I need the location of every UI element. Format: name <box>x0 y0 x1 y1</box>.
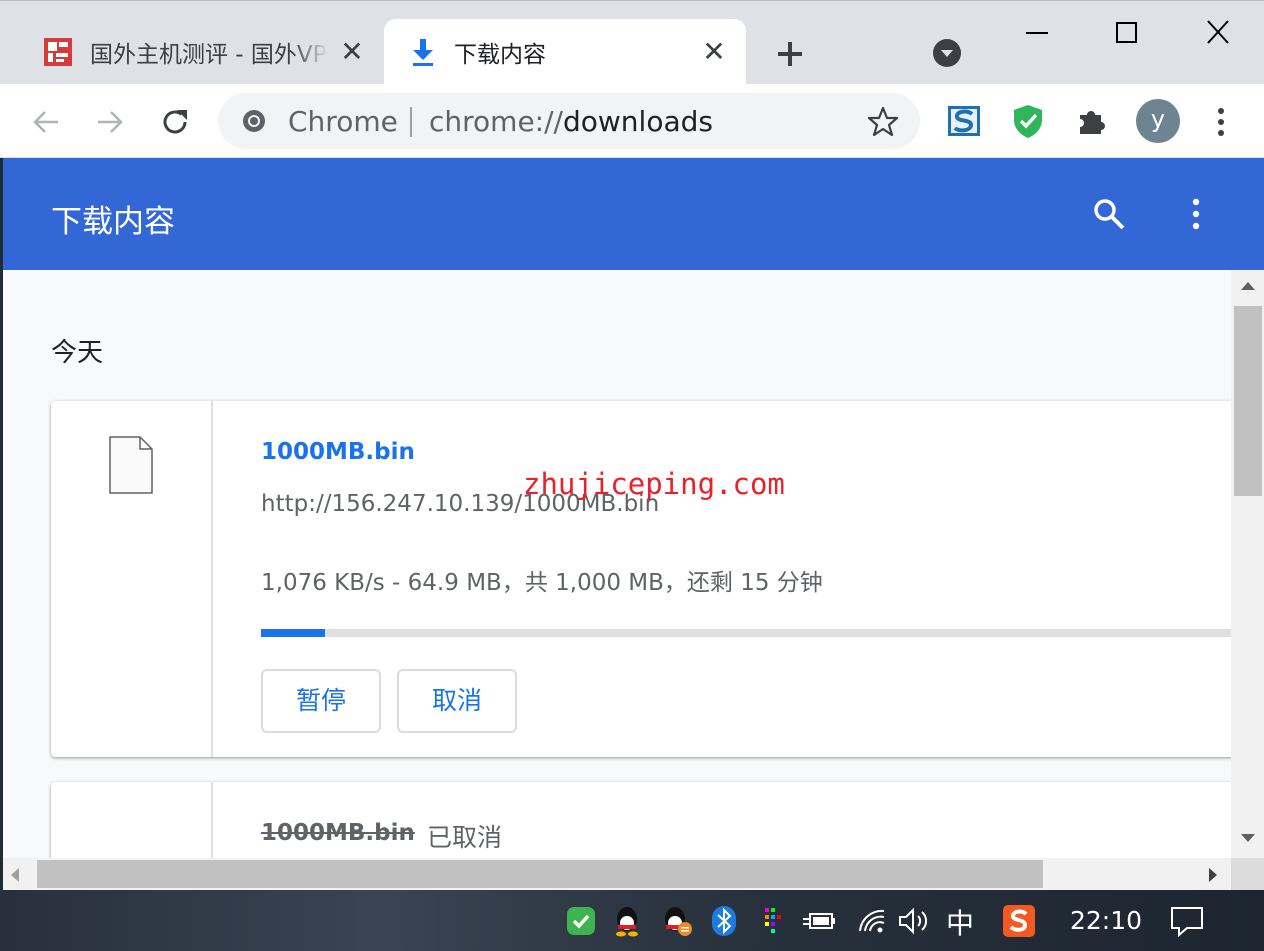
tab-title: 下载内容 <box>454 42 546 68</box>
qq-message-tray-icon[interactable] <box>660 904 694 938</box>
qq-tray-icon[interactable] <box>610 904 644 938</box>
minimize-window-icon[interactable] <box>1016 15 1056 51</box>
url-scheme: chrome:// <box>429 105 563 138</box>
tab-close-icon[interactable]: ✕ <box>700 38 728 66</box>
chrome-menu-icon[interactable] <box>1202 102 1240 142</box>
input-method-indicator[interactable]: 中 <box>946 902 974 942</box>
color-app-tray-icon[interactable] <box>756 904 790 938</box>
sogou-ime-icon[interactable] <box>1002 904 1036 938</box>
more-options-icon[interactable] <box>1183 196 1209 232</box>
scroll-right-arrow-icon[interactable] <box>1207 866 1219 884</box>
back-arrow-icon <box>33 111 58 133</box>
address-bar[interactable]: Chrome chrome://downloads <box>218 93 920 149</box>
scrollbar-corner <box>1231 858 1264 890</box>
card-divider <box>211 782 213 858</box>
omnibox-separator <box>410 107 412 137</box>
vertical-scrollbar[interactable] <box>1231 270 1264 858</box>
downloads-list: 今天 1000MB.bin http://156.247.10.139/1000… <box>3 270 1231 858</box>
file-name-link[interactable]: 1000MB.bin <box>261 439 415 465</box>
extension-shield-icon[interactable] <box>1009 102 1047 140</box>
download-status: 1,076 KB/s - 64.9 MB，共 1,000 MB，还剩 15 分钟 <box>261 570 823 596</box>
watermark-text: zhujiceping.com <box>523 467 785 501</box>
vertical-scroll-thumb[interactable] <box>1234 306 1262 496</box>
volume-icon[interactable] <box>897 904 931 938</box>
tab-inactive[interactable]: 国外主机测评 - 国外VPS ✕ <box>20 19 380 85</box>
progress-bar <box>261 629 1231 637</box>
security-tray-icon[interactable] <box>564 904 598 938</box>
bookmark-star-icon[interactable] <box>866 105 900 139</box>
forward-arrow-icon <box>98 111 123 133</box>
download-icon <box>413 39 433 66</box>
pause-button[interactable]: 暂停 <box>261 669 381 733</box>
extensions-puzzle-icon[interactable] <box>1073 102 1111 140</box>
downloads-header: 下载内容 <box>3 158 1264 270</box>
back-button[interactable] <box>26 102 66 142</box>
maximize-window-icon[interactable] <box>1106 15 1146 51</box>
download-item-active: 1000MB.bin http://156.247.10.139/1000MB.… <box>51 401 1231 757</box>
progress-bar-fill <box>261 629 326 637</box>
tab-search-dropdown-icon[interactable] <box>932 38 962 68</box>
reload-button[interactable] <box>155 102 195 142</box>
page-title: 下载内容 <box>51 204 175 240</box>
tab-title: 国外主机测评 - 国外VPS <box>90 42 328 68</box>
wifi-icon[interactable] <box>855 904 889 938</box>
tab-active-downloads[interactable]: 下载内容 ✕ <box>384 19 746 85</box>
forward-button[interactable] <box>90 102 130 142</box>
close-window-icon[interactable] <box>1198 15 1238 51</box>
scroll-up-arrow-icon[interactable] <box>1239 280 1257 292</box>
extension-s-icon[interactable] <box>945 102 983 140</box>
url-path: downloads <box>562 105 713 138</box>
browser-toolbar: Chrome chrome://downloads y <box>0 84 1264 158</box>
date-group-label: 今天 <box>51 338 104 368</box>
horizontal-scrollbar[interactable] <box>3 858 1231 890</box>
scroll-left-arrow-icon[interactable] <box>9 866 21 884</box>
chrome-logo-icon <box>243 110 265 132</box>
file-icon <box>109 436 153 494</box>
download-item-cancelled: 1000MB.bin 已取消 <box>51 782 1231 858</box>
windows-taskbar: 中 22:10 <box>0 890 1264 951</box>
taskbar-clock[interactable]: 22:10 <box>1070 906 1142 935</box>
bluetooth-icon[interactable] <box>707 904 741 938</box>
reload-icon <box>163 110 187 134</box>
tab-strip: 国外主机测评 - 国外VPS ✕ 下载内容 ✕ <box>0 0 1264 85</box>
action-center-notification-icon[interactable] <box>1168 904 1206 938</box>
battery-power-icon[interactable] <box>802 904 836 938</box>
card-divider <box>211 401 213 757</box>
url-text[interactable]: chrome://downloads <box>429 105 713 138</box>
profile-avatar[interactable]: y <box>1136 99 1180 143</box>
cancel-button[interactable]: 取消 <box>397 669 517 733</box>
tab-close-icon[interactable]: ✕ <box>338 38 366 66</box>
cancelled-status: 已取消 <box>427 823 503 852</box>
site-favicon-icon <box>44 38 72 66</box>
scroll-down-arrow-icon[interactable] <box>1239 832 1257 844</box>
search-icon[interactable] <box>1091 196 1127 232</box>
site-label: Chrome <box>288 105 398 138</box>
new-tab-plus-icon[interactable] <box>772 36 808 72</box>
horizontal-scroll-thumb[interactable] <box>37 860 1043 888</box>
file-name-cancelled[interactable]: 1000MB.bin <box>261 820 415 846</box>
